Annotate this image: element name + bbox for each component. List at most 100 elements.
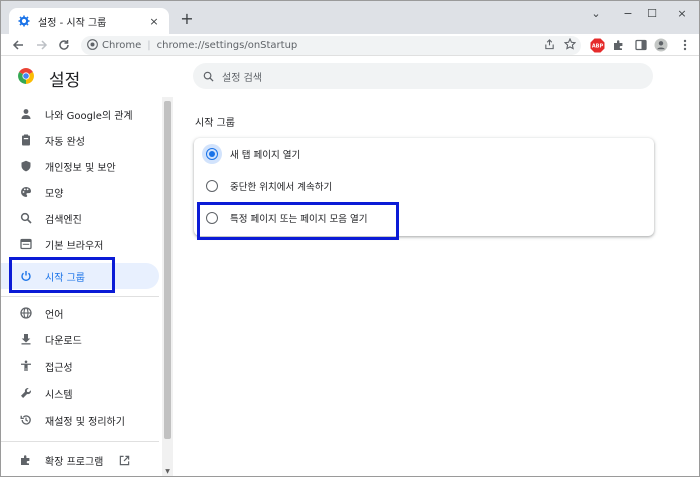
bookmark-button[interactable] bbox=[562, 36, 578, 52]
settings-search-input[interactable]: 설정 검색 bbox=[193, 63, 653, 89]
search-icon bbox=[19, 211, 33, 225]
sidebar-item-autofill[interactable]: 자동 완성 bbox=[1, 127, 159, 153]
arrow-left-icon bbox=[12, 40, 23, 50]
sidebar-item-default-browser[interactable]: 기본 브라우저 bbox=[1, 231, 159, 257]
adblock-icon: ABP bbox=[590, 38, 604, 52]
maximize-button[interactable]: ☐ bbox=[641, 5, 663, 21]
option-label: 중단한 위치에서 계속하기 bbox=[230, 182, 333, 193]
accessibility-icon bbox=[19, 359, 33, 373]
power-icon bbox=[19, 269, 33, 283]
forward-button[interactable] bbox=[33, 36, 51, 54]
extensions-button[interactable] bbox=[611, 37, 627, 53]
sidebar-item-label: 시작 그룹 bbox=[45, 272, 85, 284]
startup-options-card: 새 탭 페이지 열기 중단한 위치에서 계속하기 특정 페이지 또는 페이지 모… bbox=[194, 138, 654, 236]
external-link-icon bbox=[117, 453, 131, 467]
puzzle-icon bbox=[19, 453, 33, 467]
option-open-new-tab[interactable]: 새 탭 페이지 열기 bbox=[194, 139, 654, 169]
radio-button-checked[interactable] bbox=[206, 148, 218, 160]
sidebar-item-reset[interactable]: 재설정 및 정리하기 bbox=[1, 407, 159, 433]
kebab-menu-icon bbox=[683, 39, 687, 51]
gear-icon bbox=[17, 14, 31, 28]
sidebar-item-you-and-google[interactable]: 나와 Google의 관계 bbox=[1, 101, 159, 127]
tab-search-button[interactable]: ⌄ bbox=[585, 5, 607, 21]
sidebar-item-appearance[interactable]: 모양 bbox=[1, 179, 159, 205]
omnibox-separator: | bbox=[147, 40, 151, 51]
tab-settings[interactable]: 설정 - 시작 그룹 × bbox=[9, 8, 169, 34]
browser-window: 설정 - 시작 그룹 × + ⌄ − ☐ × Chrome | chrome:/… bbox=[0, 0, 700, 477]
sidebar-item-downloads[interactable]: 다운로드 bbox=[1, 326, 159, 352]
option-continue-where-left-off[interactable]: 중단한 위치에서 계속하기 bbox=[194, 171, 654, 201]
palette-icon bbox=[19, 185, 33, 199]
browser-icon bbox=[19, 237, 33, 251]
minimize-button[interactable]: − bbox=[617, 5, 639, 21]
tab-strip: 설정 - 시작 그룹 × + ⌄ − ☐ × bbox=[1, 1, 699, 34]
sidebar-item-languages[interactable]: 언어 bbox=[1, 300, 159, 326]
menu-button[interactable] bbox=[677, 37, 693, 53]
sidebar-item-privacy[interactable]: 개인정보 및 보안 bbox=[1, 153, 159, 179]
chrome-icon bbox=[87, 38, 98, 53]
sidebar-item-system[interactable]: 시스템 bbox=[1, 380, 159, 406]
sidebar-item-label: 확장 프로그램 bbox=[45, 456, 104, 468]
arrow-right-icon bbox=[37, 40, 48, 50]
sidebar-item-search-engine[interactable]: 검색엔진 bbox=[1, 205, 159, 231]
wrench-icon bbox=[19, 386, 33, 400]
tab-title: 설정 - 시작 그룹 bbox=[38, 17, 107, 29]
sidebar-item-label: 접근성 bbox=[45, 362, 73, 374]
window-close-button[interactable]: × bbox=[671, 5, 693, 21]
puzzle-icon bbox=[614, 40, 623, 50]
adblock-label: ABP bbox=[591, 43, 603, 49]
section-title: 시작 그룹 bbox=[195, 118, 235, 129]
search-placeholder: 설정 검색 bbox=[222, 72, 262, 84]
reload-icon bbox=[59, 40, 69, 50]
adblock-extension-button[interactable]: ABP bbox=[589, 37, 605, 53]
history-icon bbox=[19, 413, 33, 427]
scrollbar-thumb[interactable] bbox=[164, 101, 171, 439]
globe-icon bbox=[19, 306, 33, 320]
back-button[interactable] bbox=[9, 36, 27, 54]
profile-button[interactable] bbox=[653, 37, 669, 53]
close-tab-button[interactable]: × bbox=[147, 15, 161, 28]
side-panel-icon bbox=[635, 39, 647, 51]
sidebar-item-on-startup[interactable]: 시작 그룹 bbox=[1, 263, 159, 289]
option-label: 특정 페이지 또는 페이지 모음 열기 bbox=[230, 214, 368, 225]
sidebar: 나와 Google의 관계 자동 완성 개인정보 및 보안 모양 검색엔진 기본… bbox=[1, 97, 163, 476]
sidebar-item-label: 개인정보 및 보안 bbox=[45, 162, 116, 174]
person-icon bbox=[19, 107, 33, 121]
radio-halo bbox=[202, 176, 222, 196]
address-bar[interactable]: Chrome | chrome://settings/onStartup bbox=[81, 36, 581, 55]
sidebar-item-label: 언어 bbox=[45, 309, 64, 321]
sidebar-item-extensions[interactable]: 확장 프로그램 bbox=[1, 447, 159, 473]
new-tab-button[interactable]: + bbox=[177, 9, 197, 29]
sidebar-item-label: 자동 완성 bbox=[45, 136, 85, 148]
radio-button[interactable] bbox=[206, 180, 218, 192]
radio-halo bbox=[202, 144, 222, 164]
option-label: 새 탭 페이지 열기 bbox=[230, 150, 301, 161]
side-panel-button[interactable] bbox=[633, 37, 649, 53]
sidebar-item-label: 기본 브라우저 bbox=[45, 240, 104, 252]
url-text: chrome://settings/onStartup bbox=[156, 40, 298, 51]
sidebar-item-label: 나와 Google의 관계 bbox=[45, 110, 133, 122]
download-icon bbox=[19, 332, 33, 346]
clipboard-icon bbox=[19, 133, 33, 147]
sidebar-scrollbar[interactable]: ▼ bbox=[162, 97, 173, 476]
sidebar-item-label: 재설정 및 정리하기 bbox=[45, 416, 125, 428]
radio-button[interactable] bbox=[206, 212, 218, 224]
share-icon bbox=[544, 38, 554, 49]
search-icon bbox=[203, 67, 214, 86]
option-open-specific-pages[interactable]: 특정 페이지 또는 페이지 모음 열기 bbox=[194, 203, 654, 233]
omnibox-brand: Chrome bbox=[102, 40, 142, 51]
sidebar-item-label: 시스템 bbox=[45, 389, 73, 401]
sidebar-item-accessibility[interactable]: 접근성 bbox=[1, 353, 159, 379]
avatar-icon bbox=[654, 38, 668, 52]
sidebar-item-label: 검색엔진 bbox=[45, 214, 82, 226]
reload-button[interactable] bbox=[55, 36, 73, 54]
scroll-down-arrow-icon[interactable]: ▼ bbox=[162, 468, 173, 476]
page-title: 설정 bbox=[49, 71, 81, 91]
sidebar-divider bbox=[1, 441, 159, 442]
shield-icon bbox=[19, 159, 33, 173]
share-button[interactable] bbox=[541, 36, 557, 52]
chrome-logo-icon bbox=[18, 68, 34, 84]
toolbar: Chrome | chrome://settings/onStartup ABP bbox=[1, 34, 699, 56]
settings-header: 설정 설정 검색 bbox=[1, 57, 699, 95]
sidebar-item-label: 다운로드 bbox=[45, 335, 82, 347]
